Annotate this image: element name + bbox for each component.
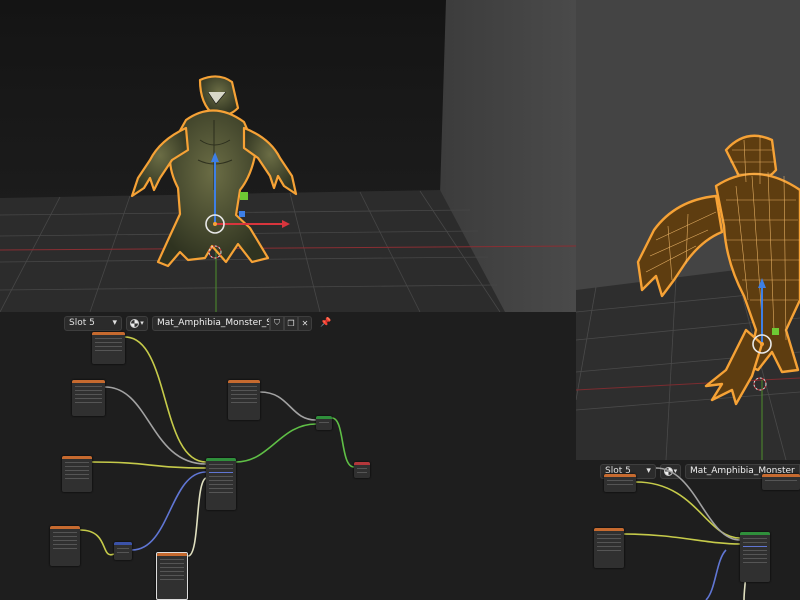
viewport-right-scene <box>576 0 800 460</box>
image-texture-node[interactable] <box>228 380 260 420</box>
gizmo-y-handle <box>772 328 779 335</box>
material-output-node[interactable] <box>354 462 370 478</box>
image-texture-node[interactable] <box>604 474 636 492</box>
image-texture-node[interactable] <box>762 474 800 490</box>
principled-bsdf-node[interactable] <box>206 458 236 510</box>
image-texture-node[interactable] <box>92 332 125 364</box>
image-texture-node[interactable] <box>62 456 92 492</box>
viewport-left-scene <box>0 0 576 312</box>
normal-map-node[interactable] <box>114 542 132 560</box>
selected-texture-node[interactable] <box>156 552 188 600</box>
viewport-left[interactable] <box>0 0 576 312</box>
node-editor-right[interactable]: Slot 5 ▾ ▾ Mat_Amphibia_Monster_Skin5 <box>576 460 800 600</box>
image-texture-node[interactable] <box>594 528 624 568</box>
gizmo-y-handle <box>240 192 248 200</box>
image-texture-node[interactable] <box>50 526 80 566</box>
viewport-right[interactable] <box>576 0 800 460</box>
mix-shader-node[interactable] <box>316 416 332 430</box>
principled-bsdf-node[interactable] <box>740 532 770 582</box>
node-editor-left[interactable]: Slot 5 ▾ ▾ Mat_Amphibia_Monster_Skin5 ⛉ … <box>0 312 576 600</box>
image-texture-node[interactable] <box>72 380 105 416</box>
